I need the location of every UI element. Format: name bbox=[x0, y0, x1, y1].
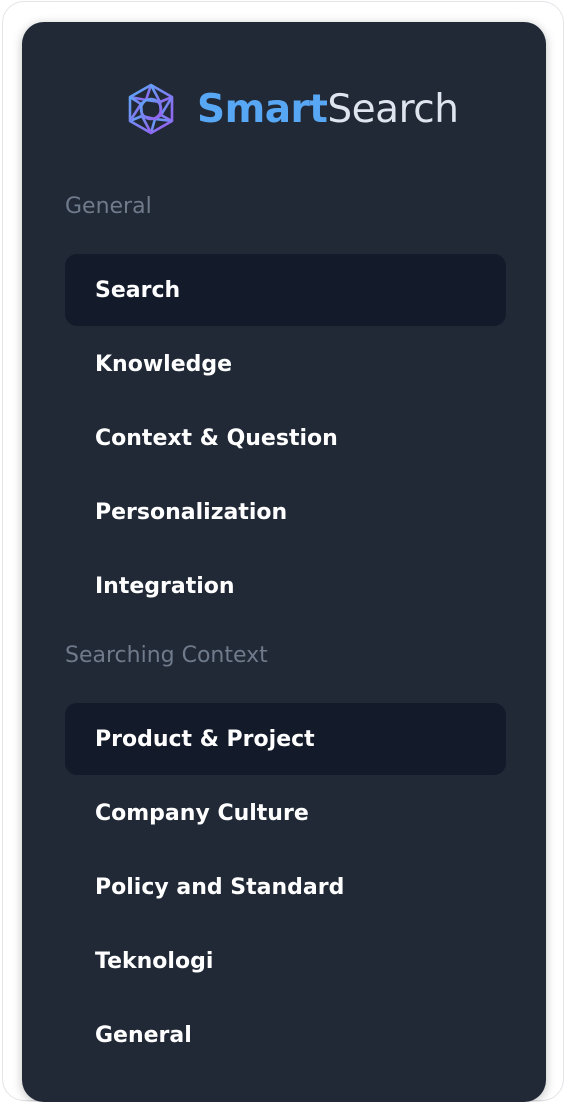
section-label-searching-context: Searching Context bbox=[65, 643, 268, 668]
brand-name-search: Search bbox=[327, 86, 459, 132]
nav-item-teknologi[interactable]: Teknologi bbox=[65, 925, 506, 997]
network-sphere-icon bbox=[124, 82, 178, 136]
nav-item-product-project[interactable]: Product & Project bbox=[65, 703, 506, 775]
nav-item-knowledge[interactable]: Knowledge bbox=[65, 328, 506, 400]
brand-name-smart: Smart bbox=[197, 86, 328, 132]
brand-logo[interactable]: SmartSearch bbox=[124, 82, 459, 136]
nav-item-personalization[interactable]: Personalization bbox=[65, 476, 506, 548]
nav-item-general[interactable]: General bbox=[65, 999, 506, 1071]
nav-item-policy-standard[interactable]: Policy and Standard bbox=[65, 851, 506, 923]
nav-item-context-question[interactable]: Context & Question bbox=[65, 402, 506, 474]
section-label-general: General bbox=[65, 194, 152, 219]
brand-name: SmartSearch bbox=[197, 86, 459, 132]
nav-item-company-culture[interactable]: Company Culture bbox=[65, 777, 506, 849]
nav-item-integration[interactable]: Integration bbox=[65, 550, 506, 622]
nav-item-search[interactable]: Search bbox=[65, 254, 506, 326]
sidebar: SmartSearch General Search Knowledge Con… bbox=[22, 22, 546, 1102]
